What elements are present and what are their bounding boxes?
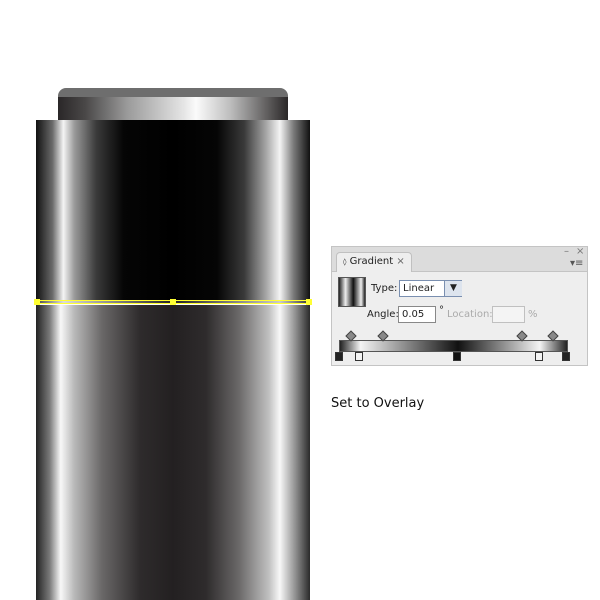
minimize-icon[interactable]: –	[564, 246, 569, 257]
gradient-swatch[interactable]	[338, 277, 366, 307]
location-label: Location:	[447, 309, 493, 320]
gradient-stop[interactable]	[534, 352, 543, 361]
tab-gradient[interactable]: ◊ Gradient ×	[336, 252, 412, 272]
collapse-arrows-icon[interactable]: ◊	[343, 258, 346, 266]
chevron-down-icon[interactable]: ▼	[444, 281, 462, 296]
type-label: Type:	[371, 283, 398, 294]
selection-handle-left[interactable]	[34, 299, 40, 305]
location-input[interactable]	[492, 306, 525, 323]
panel-tabbar: ◊ Gradient × – × ▾≡	[332, 246, 587, 272]
gradient-stop[interactable]	[335, 352, 343, 361]
cylinder-upper	[36, 120, 310, 301]
gradient-panel: ◊ Gradient × – × ▾≡ Type: Linear ▼ Angle…	[331, 246, 588, 366]
panel-menu-icon[interactable]: ▾≡	[570, 258, 583, 269]
selection-handle-right[interactable]	[306, 299, 312, 305]
cylinder-lower	[36, 305, 310, 600]
angle-input[interactable]: 0.05	[398, 306, 436, 323]
gradient-stop[interactable]	[355, 352, 364, 361]
selection-handle-center[interactable]	[170, 299, 176, 305]
caption: Set to Overlay	[331, 396, 425, 411]
angle-label: Angle:	[367, 309, 399, 320]
percent-label: %	[528, 309, 538, 320]
gradient-ramp[interactable]	[339, 340, 568, 352]
gradient-stop[interactable]	[453, 352, 462, 361]
close-tab-icon[interactable]: ×	[396, 256, 404, 267]
close-icon[interactable]: ×	[576, 246, 584, 257]
gradient-stop[interactable]	[562, 352, 570, 361]
cap	[58, 97, 288, 121]
degree-symbol: °	[439, 305, 444, 316]
